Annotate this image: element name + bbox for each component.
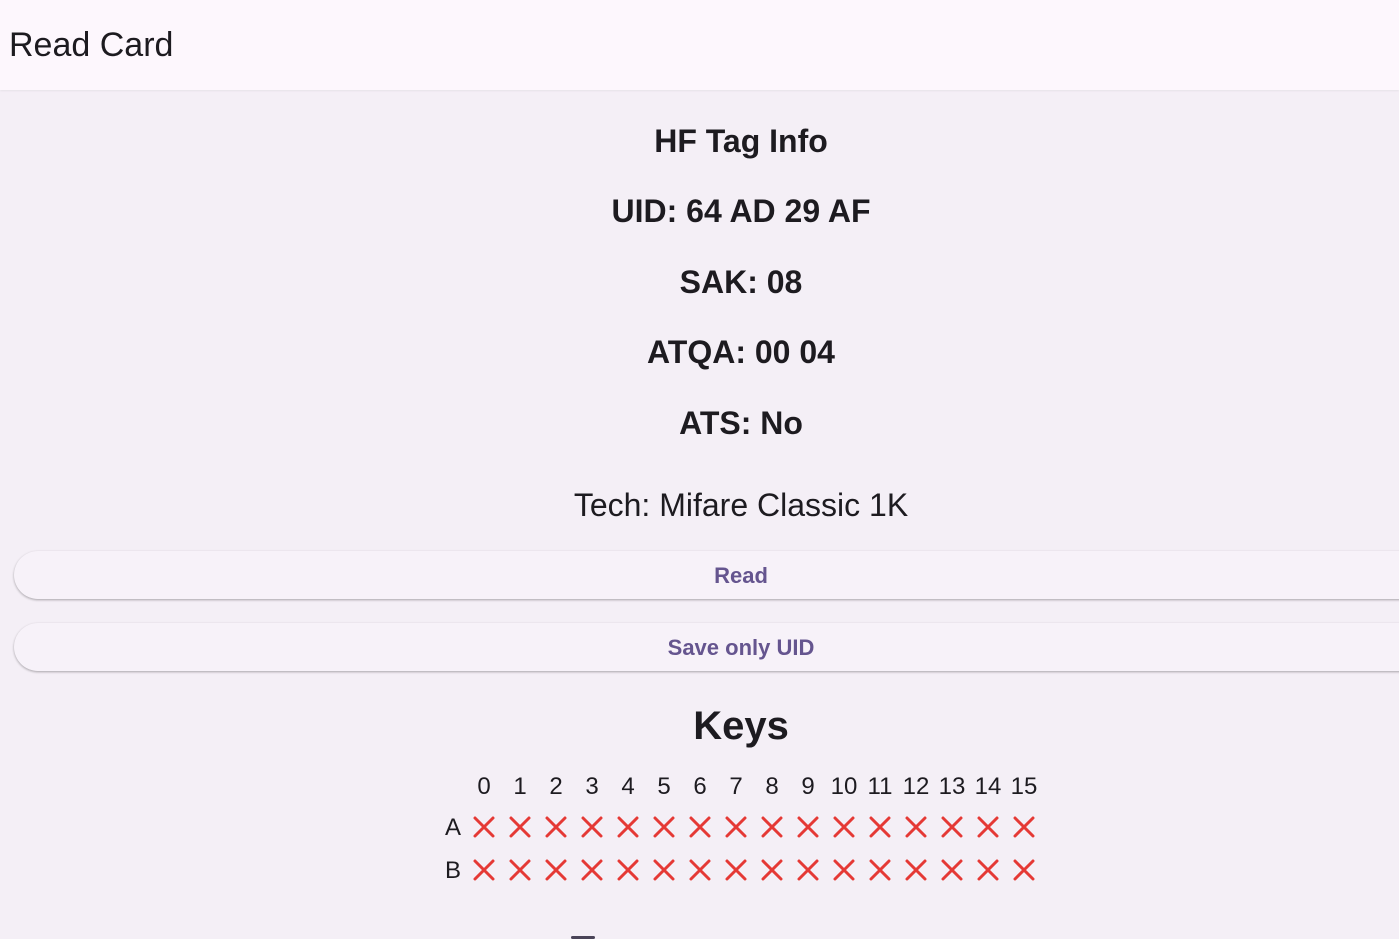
content-area: HF Tag Info UID: 64 AD 29 AF SAK: 08 ATQ… [0, 90, 1399, 939]
sector-column-label: 11 [867, 773, 893, 800]
sector-column-label: 7 [729, 773, 743, 800]
close-icon [506, 813, 534, 841]
close-icon [938, 813, 966, 841]
close-icon [758, 813, 786, 841]
close-icon [758, 856, 786, 884]
close-icon [866, 856, 894, 884]
close-icon [578, 856, 606, 884]
sector-column-label: 9 [801, 773, 815, 800]
close-icon [938, 856, 966, 884]
close-icon [902, 856, 930, 884]
key-row-label: B [444, 857, 461, 884]
sector-column-label: 10 [830, 773, 858, 800]
sector-column-label: 3 [585, 773, 599, 800]
close-icon [866, 813, 894, 841]
close-icon [578, 813, 606, 841]
sector-column-label: 15 [1010, 773, 1038, 800]
close-icon [614, 813, 642, 841]
sector-column-label: 4 [621, 773, 635, 800]
sector-column-label: 8 [765, 773, 779, 800]
close-icon [902, 813, 930, 841]
sector-column-label: 13 [938, 773, 966, 800]
close-icon [470, 856, 498, 884]
close-icon [686, 813, 714, 841]
close-icon [686, 856, 714, 884]
close-icon [722, 856, 750, 884]
sector-column-label: 14 [974, 773, 1002, 800]
close-icon [542, 813, 570, 841]
close-icon [794, 813, 822, 841]
close-icon [1010, 813, 1038, 841]
close-icon [830, 813, 858, 841]
close-icon [470, 813, 498, 841]
page-title: Read Card [9, 26, 174, 64]
app-bar: Read Card [0, 0, 1399, 90]
close-icon [650, 813, 678, 841]
close-icon [614, 856, 642, 884]
close-icon [506, 856, 534, 884]
close-icon [722, 813, 750, 841]
close-icon [1010, 856, 1038, 884]
close-icon [650, 856, 678, 884]
sector-column-label: 0 [477, 773, 491, 800]
close-icon [794, 856, 822, 884]
key-row-label: A [444, 814, 461, 841]
close-icon [974, 813, 1002, 841]
sector-column-label: 6 [693, 773, 707, 800]
sector-column-label: 2 [549, 773, 563, 800]
sector-column-label: 1 [513, 773, 527, 800]
keys-grid: 0 1 2 3 4 5 6 7 8 9 10 11 12 13 14 15 A B [0, 90, 1399, 939]
close-icon [974, 856, 1002, 884]
sector-column-label: 12 [902, 773, 930, 800]
sector-column-label: 5 [657, 773, 671, 800]
close-icon [830, 856, 858, 884]
close-icon [542, 856, 570, 884]
